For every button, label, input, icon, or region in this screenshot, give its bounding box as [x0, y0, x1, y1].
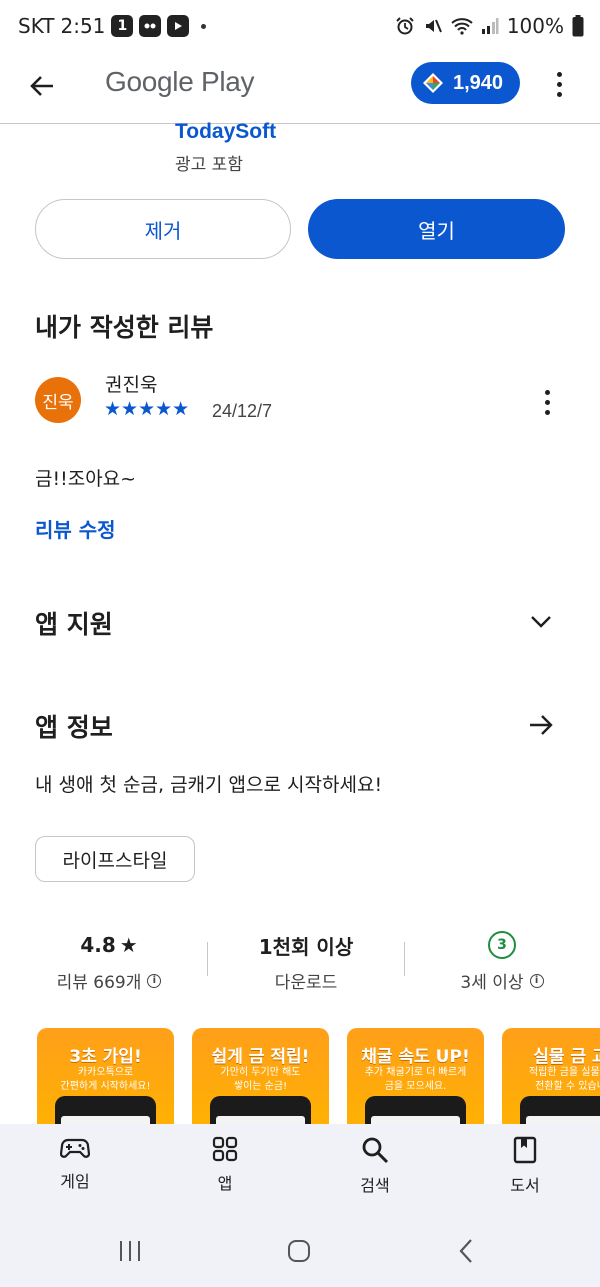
- chevron-down-icon[interactable]: [526, 607, 556, 637]
- downloads-value: 1천회 이상: [258, 934, 354, 959]
- more-vert-dot: [556, 81, 562, 87]
- system-navigation-bar: [0, 1216, 600, 1287]
- play-points-value: 1,940: [453, 71, 504, 94]
- info-icon: i: [147, 973, 162, 988]
- recent-apps-button[interactable]: [118, 1238, 142, 1264]
- developer-link[interactable]: TodaySoft: [175, 120, 276, 144]
- more-notifications-dot-icon: [201, 23, 207, 29]
- stat-top: 1천회 이상: [216, 930, 396, 960]
- stat-bottom: 3세 이상 i: [412, 968, 592, 993]
- open-button[interactable]: 열기: [308, 199, 565, 259]
- system-back-icon: [459, 1239, 472, 1263]
- home-button[interactable]: [286, 1238, 312, 1264]
- more-vert-dot: [544, 399, 550, 405]
- carrier-label: SKT: [18, 14, 55, 38]
- screenshot-subtitle: 적립한 금을 실물 금 전환할 수 있습니: [528, 1067, 600, 1092]
- alarm-icon: [396, 17, 414, 35]
- review-text: 금!!조아요~: [35, 468, 137, 490]
- screenshot-subtitle: 추가 채굴기로 더 빠르게 금을 모으세요.: [364, 1067, 467, 1092]
- downloads-label: 다운로드: [274, 973, 338, 993]
- app-notification-icon: [139, 15, 162, 37]
- stat-bottom: 리뷰 669개 i: [19, 968, 199, 993]
- screenshot-thumbnail[interactable]: 실물 금 교 적립한 금을 실물 금 전환할 수 있습니: [502, 1028, 600, 1138]
- screenshot-title: 쉽게 금 적립!: [211, 1047, 310, 1067]
- age-rating-label: 3세 이상: [460, 973, 524, 993]
- home-icon: [288, 1240, 310, 1262]
- google-play-title: Google Play: [105, 66, 255, 97]
- info-icon: i: [529, 973, 544, 988]
- nav-item-search[interactable]: 검색: [300, 1136, 450, 1196]
- nav-label: 게임: [60, 1172, 90, 1191]
- app-support-heading[interactable]: 앱 지원: [35, 605, 113, 641]
- review-more-button[interactable]: [540, 387, 554, 417]
- stat-top: 4.8 ★: [19, 930, 199, 960]
- downloads-stat: 1천회 이상 다운로드: [216, 930, 396, 994]
- back-button[interactable]: [24, 68, 60, 104]
- screenshot-thumbnail[interactable]: 채굴 속도 UP! 추가 채굴기로 더 빠르게 금을 모으세요.: [347, 1028, 484, 1138]
- bottom-navigation: 게임 앱 검색 도서: [0, 1124, 600, 1216]
- arrow-back-icon: [30, 76, 53, 96]
- screenshot-title: 3초 가입!: [69, 1047, 142, 1067]
- system-back-button[interactable]: [456, 1238, 476, 1264]
- status-left: SKT 2:51 1: [18, 14, 207, 38]
- nav-label: 앱: [217, 1174, 233, 1193]
- contains-ads-label: 광고 포함: [175, 155, 243, 175]
- screenshot-thumbnail[interactable]: 쉽게 금 적립! 가만히 두기만 해도 쌓이는 순금!: [192, 1028, 329, 1138]
- book-icon: [513, 1136, 537, 1164]
- avatar: 진욱: [35, 377, 81, 423]
- rating-stat[interactable]: 4.8 ★ 리뷰 669개 i: [19, 930, 199, 993]
- stat-top: 3: [412, 930, 592, 960]
- nav-label: 검색: [360, 1176, 390, 1195]
- nav-item-apps[interactable]: 앱: [150, 1136, 300, 1194]
- more-options-button[interactable]: [546, 68, 572, 100]
- screenshot-subtitle: 카카오톡으로 간편하게 시작하세요!: [60, 1067, 151, 1092]
- notification-count-icon: 1: [111, 15, 134, 37]
- wifi-icon: [451, 18, 473, 35]
- arrow-forward-icon[interactable]: [526, 710, 556, 740]
- screenshot-subtitle: 가만히 두기만 해도 쌓이는 순금!: [220, 1067, 301, 1092]
- status-right: 100%: [395, 14, 584, 38]
- nav-item-books[interactable]: 도서: [450, 1136, 600, 1196]
- play-points-chip[interactable]: 1,940: [411, 62, 520, 104]
- star-icon: ★: [119, 933, 138, 957]
- age-rating-stat[interactable]: 3 3세 이상 i: [412, 930, 592, 993]
- top-app-bar: Google Play 1,940: [0, 54, 600, 124]
- battery-percent: 100%: [506, 14, 564, 38]
- more-vert-icon: [544, 389, 550, 395]
- more-vert-icon: [556, 71, 562, 77]
- youtube-notification-icon: [167, 15, 190, 37]
- category-chip[interactable]: 라이프스타일: [35, 836, 195, 882]
- rating-value: 4.8: [80, 933, 116, 957]
- battery-icon: [572, 15, 584, 37]
- nav-label: 도서: [510, 1176, 540, 1195]
- reviewer-name: 권진욱: [105, 374, 158, 396]
- signal-icon: [481, 18, 499, 34]
- stat-bottom: 다운로드: [216, 968, 396, 993]
- status-bar: SKT 2:51 1 100%: [0, 0, 600, 54]
- more-vert-dot: [544, 409, 550, 415]
- status-time: 2:51: [60, 14, 106, 38]
- screenshot-thumbnail[interactable]: 3초 가입! 카카오톡으로 간편하게 시작하세요!: [37, 1028, 174, 1138]
- review-date: 24/12/7: [212, 401, 273, 421]
- search-icon: [362, 1137, 389, 1164]
- recent-apps-icon: [120, 1241, 140, 1261]
- play-points-diamond-icon: [423, 73, 443, 93]
- app-description: 내 생애 첫 순금, 금캐기 앱으로 시작하세요!: [35, 774, 383, 796]
- edit-review-link[interactable]: 리뷰 수정: [35, 514, 116, 543]
- nav-item-games[interactable]: 게임: [0, 1136, 150, 1192]
- app-info-heading[interactable]: 앱 정보: [35, 708, 113, 744]
- more-vert-dot: [556, 91, 562, 97]
- stat-divider: [404, 942, 405, 976]
- age-rating-badge-icon: 3: [488, 931, 516, 959]
- mute-icon: [425, 19, 442, 33]
- apps-grid-icon: [212, 1136, 238, 1162]
- screenshot-title: 채굴 속도 UP!: [361, 1047, 470, 1067]
- uninstall-button[interactable]: 제거: [35, 199, 291, 259]
- my-review-heading: 내가 작성한 리뷰: [35, 313, 214, 342]
- stat-divider: [207, 942, 208, 976]
- review-count-label: 리뷰 669개: [56, 973, 142, 993]
- gamepad-icon: [60, 1138, 90, 1158]
- screenshot-title: 실물 금 교: [533, 1047, 600, 1067]
- star-rating: ★★★★★: [104, 398, 190, 420]
